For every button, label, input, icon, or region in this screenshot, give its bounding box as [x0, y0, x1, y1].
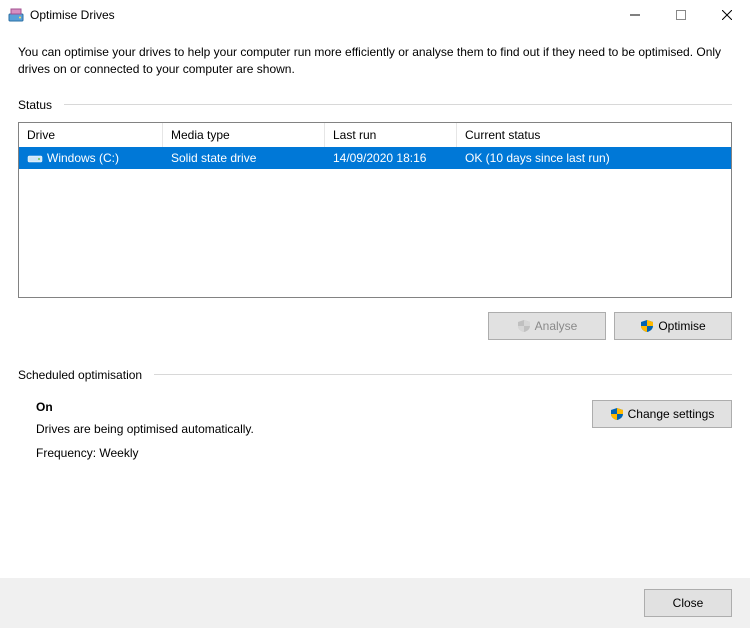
divider — [64, 104, 732, 105]
col-header-status[interactable]: Current status — [457, 123, 731, 147]
shield-icon — [640, 319, 654, 333]
col-header-last[interactable]: Last run — [325, 123, 457, 147]
drive-name: Windows (C:) — [47, 151, 119, 165]
drive-status: OK (10 days since last run) — [457, 147, 731, 169]
maximize-button[interactable] — [658, 0, 704, 30]
app-icon — [8, 7, 24, 23]
drive-last-run: 14/09/2020 18:16 — [325, 147, 457, 169]
divider — [154, 374, 732, 375]
titlebar: Optimise Drives — [0, 0, 750, 30]
schedule-frequency: Frequency: Weekly — [36, 446, 592, 460]
optimise-label: Optimise — [658, 319, 705, 333]
schedule-description: Drives are being optimised automatically… — [36, 422, 592, 436]
shield-icon — [610, 407, 624, 421]
drive-table-header: Drive Media type Last run Current status — [19, 123, 731, 147]
col-header-drive[interactable]: Drive — [19, 123, 163, 147]
col-header-media[interactable]: Media type — [163, 123, 325, 147]
schedule-state: On — [36, 400, 592, 414]
drive-table[interactable]: Drive Media type Last run Current status… — [18, 122, 732, 298]
close-dialog-button[interactable]: Close — [644, 589, 732, 617]
status-section-header: Status — [18, 98, 732, 112]
intro-text: You can optimise your drives to help you… — [18, 44, 732, 78]
analyse-button: Analyse — [488, 312, 606, 340]
change-settings-label: Change settings — [628, 407, 715, 421]
optimise-button[interactable]: Optimise — [614, 312, 732, 340]
scheduled-label: Scheduled optimisation — [18, 368, 142, 382]
window-title: Optimise Drives — [30, 8, 115, 22]
drive-icon — [27, 150, 43, 166]
minimize-button[interactable] — [612, 0, 658, 30]
footer: Close — [0, 578, 750, 628]
status-label: Status — [18, 98, 52, 112]
scheduled-section-header: Scheduled optimisation — [18, 368, 732, 382]
shield-icon — [517, 319, 531, 333]
drive-media: Solid state drive — [163, 147, 325, 169]
analyse-label: Analyse — [535, 319, 578, 333]
table-row[interactable]: Windows (C:) Solid state drive 14/09/202… — [19, 147, 731, 169]
close-button[interactable] — [704, 0, 750, 30]
change-settings-button[interactable]: Change settings — [592, 400, 732, 428]
